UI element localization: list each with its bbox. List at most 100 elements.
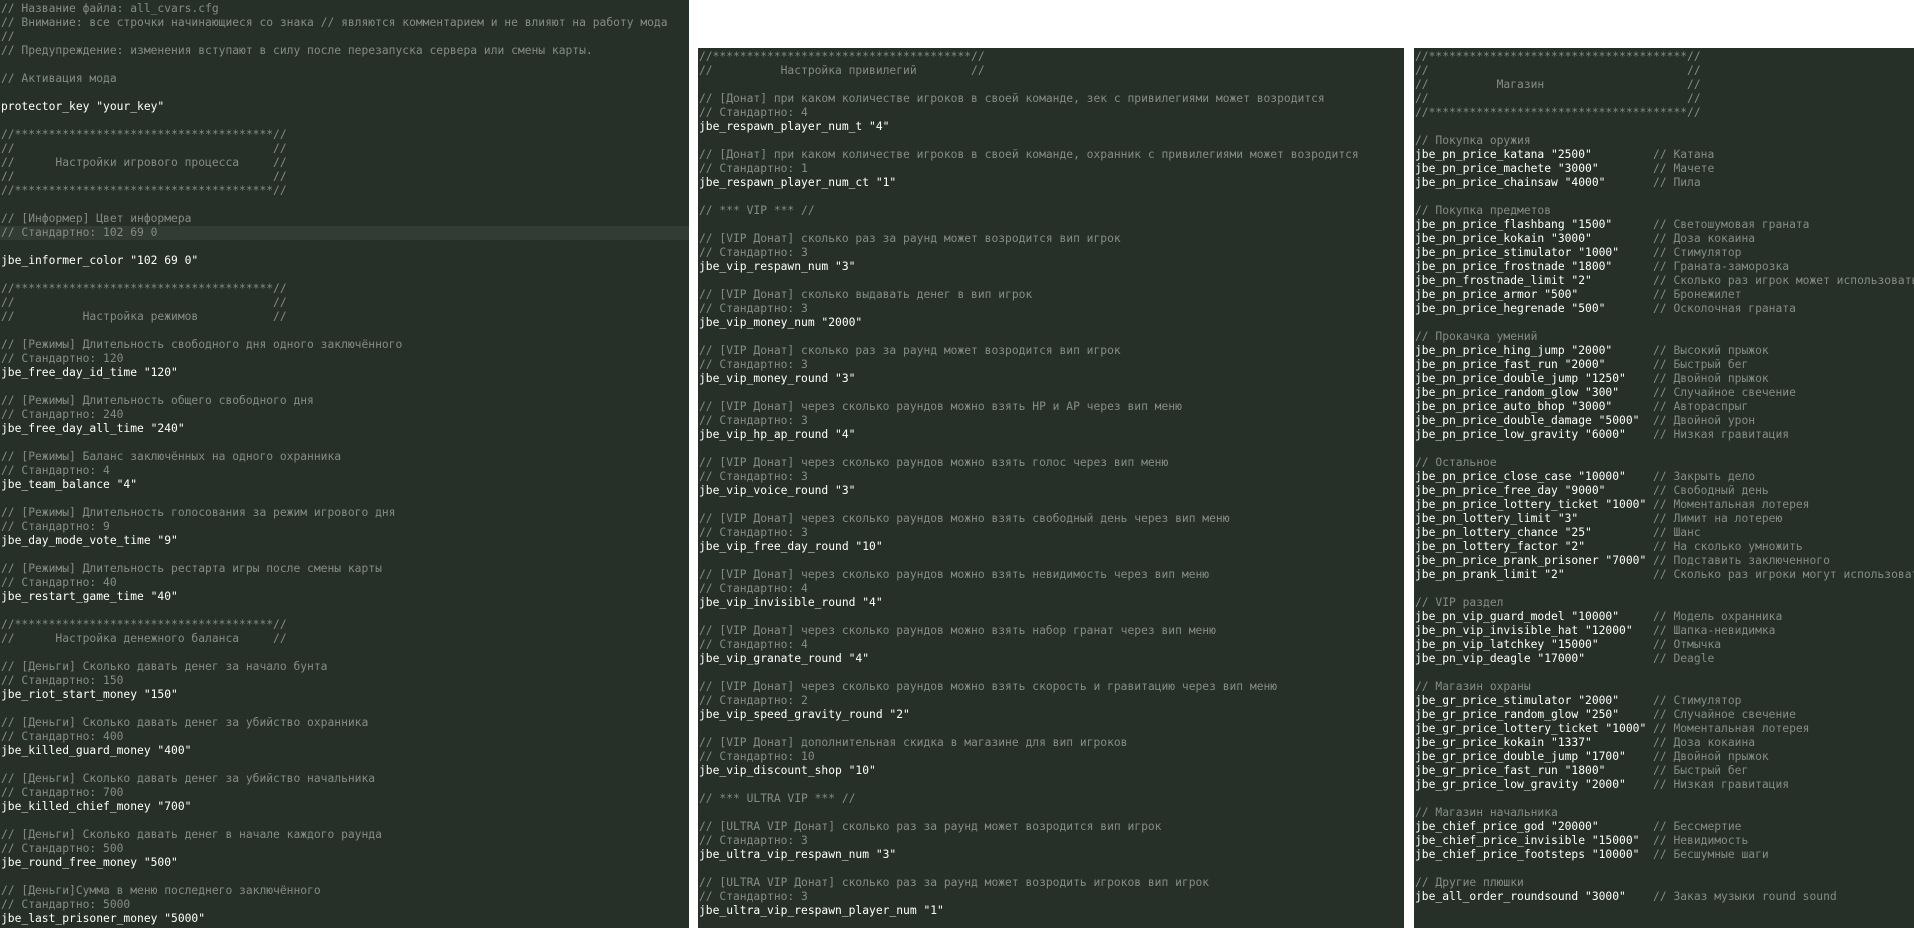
- comment-line: // [Деньги] Сколько давать денег за убий…: [1, 772, 376, 785]
- cvar-setting: jbe_ultra_vip_respawn_player_num "1": [699, 904, 944, 917]
- cvar-line: jbe_free_day_all_time "240": [0, 422, 689, 436]
- cvar-setting: jbe_vip_respawn_num "3": [699, 260, 856, 273]
- comment-line: // Стандартно: 150: [1, 674, 124, 687]
- comment-line: //**************************************…: [1415, 50, 1701, 63]
- comment-line: // Стандартно: 4: [699, 582, 808, 595]
- comment-line: // Настройка привилегий //: [699, 64, 985, 77]
- comment-line: // //: [1415, 64, 1701, 77]
- cvar-setting: jbe_pn_vip_guard_model "10000": [1415, 610, 1654, 623]
- cvar-line: jbe_vip_discount_shop "10": [698, 764, 1404, 778]
- comment-line: // Магазин охраны: [1415, 680, 1531, 693]
- cvar-line: jbe_vip_money_num "2000": [698, 316, 1404, 330]
- cvar-setting: jbe_pn_price_random_glow "300": [1415, 386, 1654, 399]
- comment-line: // *** ULTRA VIP *** //: [699, 792, 856, 805]
- cvar-setting: jbe_team_balance "4": [1, 478, 138, 491]
- inline-comment: // Моментальная лотерея: [1653, 498, 1810, 511]
- cvar-line: jbe_informer_color "102 69 0": [0, 254, 689, 268]
- cvar-line: jbe_last_prisoner_money "5000": [0, 912, 689, 926]
- inline-comment: // Низкая гравитация: [1653, 778, 1790, 791]
- cvar-line: jbe_pn_price_flashbang "1500" // Светошу…: [1414, 218, 1914, 232]
- cvar-line: jbe_pn_prank_limit "2" // Сколько раз иг…: [1414, 568, 1914, 582]
- comment-line: // Настройка денежного баланса //: [1, 632, 287, 645]
- editor-panel-privileges[interactable]: //**************************************…: [698, 48, 1404, 928]
- cvar-line: jbe_vip_respawn_num "3": [698, 260, 1404, 274]
- comment-line: // Другие плюшки: [1415, 876, 1524, 889]
- comment-line: // [VIP Донат] сколько выдавать денег в …: [699, 288, 1033, 301]
- comment-line: // [VIP Донат] через сколько раундов мож…: [699, 400, 1182, 413]
- cvar-setting: jbe_chief_price_invisible "15000": [1415, 834, 1654, 847]
- cvar-line: jbe_round_free_money "500": [0, 856, 689, 870]
- cvar-line: jbe_all_order_roundsound "3000" // Заказ…: [1414, 890, 1914, 904]
- cvar-line: jbe_gr_price_stimulator "2000" // Стимул…: [1414, 694, 1914, 708]
- cvar-line: jbe_gr_price_random_glow "250" // Случай…: [1414, 708, 1914, 722]
- cvar-setting: jbe_chief_price_footsteps "10000": [1415, 848, 1654, 861]
- cvar-line: jbe_chief_price_god "20000" // Бессмерти…: [1414, 820, 1914, 834]
- comment-line: // *** VIP *** //: [699, 204, 815, 217]
- cvar-setting: jbe_pn_price_stimulator "1000": [1415, 246, 1654, 259]
- cvar-setting: jbe_riot_start_money "150": [1, 688, 178, 701]
- cvar-setting: jbe_pn_vip_latchkey "15000": [1415, 638, 1654, 651]
- comment-line: // Стандартно: 3: [699, 470, 808, 483]
- cvar-setting: jbe_pn_price_flashbang "1500": [1415, 218, 1654, 231]
- cvar-setting: jbe_pn_price_machete "3000": [1415, 162, 1654, 175]
- comment-line: // [Деньги] Сколько давать денег в начал…: [1, 828, 382, 841]
- cvar-setting: jbe_free_day_id_time "120": [1, 366, 178, 379]
- comment-line: // Стандартно: 9: [1, 520, 110, 533]
- cvar-line: jbe_pn_price_low_gravity "6000" // Низка…: [1414, 428, 1914, 442]
- inline-comment: // На сколько умножить: [1653, 540, 1803, 553]
- cvar-setting: jbe_pn_vip_deagle "17000": [1415, 652, 1654, 665]
- inline-comment: // Случайное свечение: [1653, 708, 1796, 721]
- comment-line: // [Донат] при каком количестве игроков …: [699, 92, 1325, 105]
- inline-comment: // Шанс: [1653, 526, 1701, 539]
- inline-comment: // Свободный день: [1653, 484, 1769, 497]
- editor-panel-general[interactable]: // Название файла: all_cvars.cfg// Внима…: [0, 0, 689, 928]
- comment-line: // [Донат] при каком количестве игроков …: [699, 148, 1359, 161]
- comment-line: // Стандартно: 1: [699, 162, 808, 175]
- cvar-setting: jbe_pn_price_double_damage "5000": [1415, 414, 1654, 427]
- comment-line: //**************************************…: [1, 282, 287, 295]
- cvar-line: jbe_vip_voice_round "3": [698, 484, 1404, 498]
- comment-line: // [Режимы] Длительность рестарта игры п…: [1, 562, 382, 575]
- comment-line: // Стандартно: 102 69 0: [0, 226, 689, 240]
- cvar-setting: jbe_killed_chief_money "700": [1, 800, 192, 813]
- cvar-line: jbe_ultra_vip_respawn_num "3": [698, 848, 1404, 862]
- cvar-setting: jbe_vip_invisible_round "4": [699, 596, 883, 609]
- inline-comment: // Подставить заключенного: [1653, 554, 1830, 567]
- comment-line: // Стандартно: 4: [699, 106, 808, 119]
- editor-panel-shop[interactable]: //**************************************…: [1414, 48, 1914, 928]
- cvar-setting: jbe_all_order_roundsound "3000": [1415, 890, 1654, 903]
- comment-line: // [Режимы] Баланс заключённых на одного…: [1, 450, 342, 463]
- cvar-line: jbe_ultra_vip_respawn_player_num "1": [698, 904, 1404, 918]
- cvar-setting: jbe_ultra_vip_respawn_num "3": [699, 848, 897, 861]
- inline-comment: // Доза кокаина: [1653, 232, 1756, 245]
- comment-line: // Предупреждение: изменения вступают в …: [1, 44, 593, 57]
- cvar-line: jbe_pn_price_free_day "9000" // Свободны…: [1414, 484, 1914, 498]
- comment-line: // Стандартно: 10: [699, 750, 815, 763]
- inline-comment: // Сколько раз игрок может использовать: [1653, 274, 1914, 287]
- inline-comment: // Катана: [1653, 148, 1715, 161]
- cvar-setting: jbe_restart_game_time "40": [1, 590, 178, 603]
- cvar-line: jbe_pn_lottery_factor "2" // На сколько …: [1414, 540, 1914, 554]
- inline-comment: // Стимулятор: [1653, 246, 1742, 259]
- comment-line: // [VIP Донат] через сколько раундов мож…: [699, 512, 1230, 525]
- cvar-line: jbe_vip_money_round "3": [698, 372, 1404, 386]
- cvar-setting: jbe_pn_price_prank_prisoner "7000": [1415, 554, 1654, 567]
- code-lines: //**************************************…: [1414, 48, 1914, 904]
- comment-line: // Магазин //: [1415, 78, 1701, 91]
- comment-line: // [Информер] Цвет информера: [1, 212, 192, 225]
- cvar-setting: jbe_pn_lottery_chance "25": [1415, 526, 1654, 539]
- comment-line: // Стандартно: 120: [1, 352, 124, 365]
